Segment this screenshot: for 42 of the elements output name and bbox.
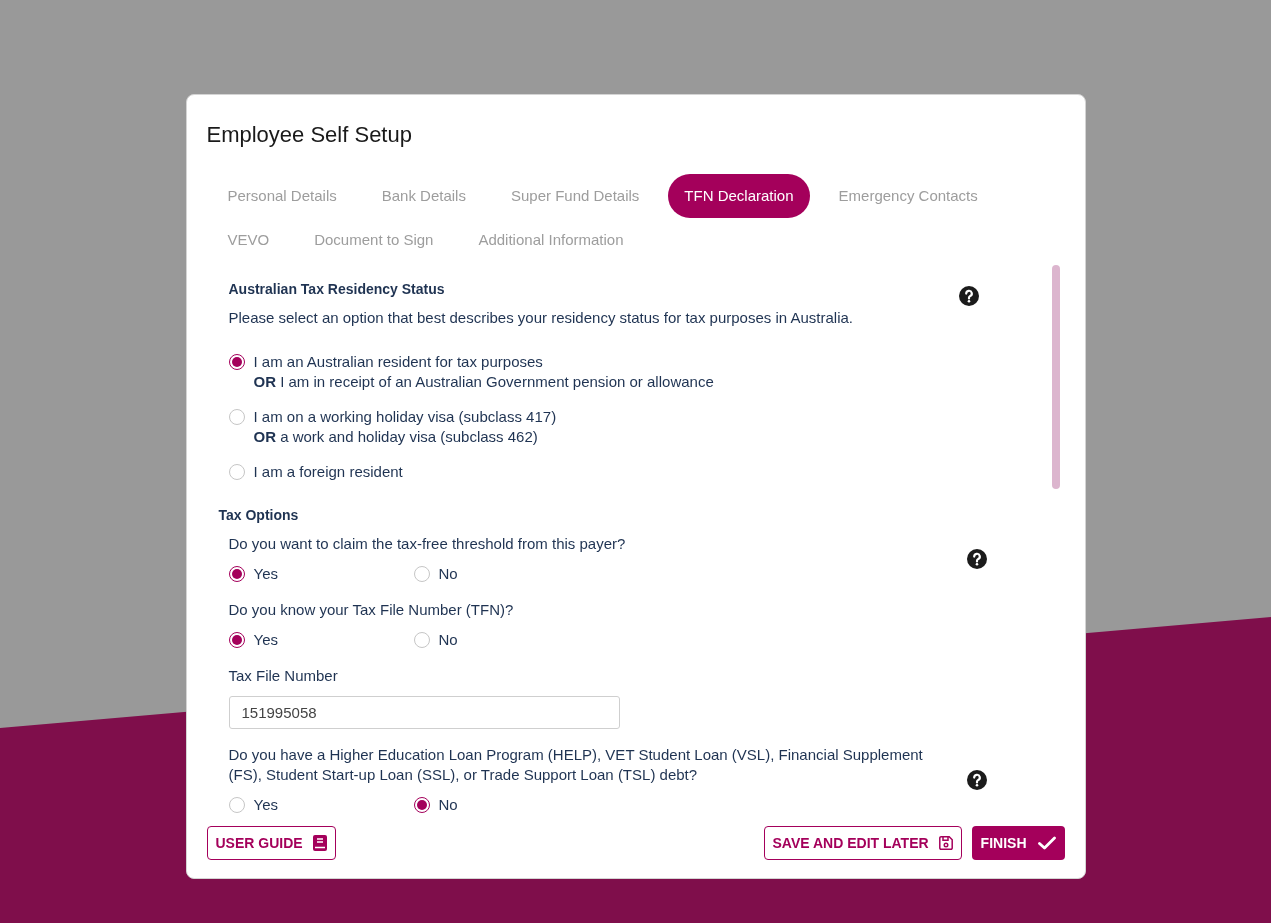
- option-note: OR I am in receipt of an Australian Government pension or allowance: [253, 372, 714, 392]
- help-icon[interactable]: [966, 770, 987, 790]
- question-text: Do you know your Tax File Number (TFN)?: [228, 600, 514, 620]
- radio-button[interactable]: [228, 566, 245, 582]
- option-label: Yes: [253, 564, 278, 584]
- user-guide-button[interactable]: USER GUIDE: [206, 826, 336, 860]
- field-label: Tax File Number: [228, 666, 338, 686]
- question-text: Do you want to claim the tax-free threshold from this payer?: [228, 534, 626, 554]
- tab[interactable]: Super Fund Details: [494, 174, 656, 218]
- option-label: No: [438, 630, 458, 650]
- option-label: Yes: [253, 630, 278, 650]
- help-icon[interactable]: [958, 286, 979, 306]
- save-button[interactable]: SAVE AND EDIT LATER: [763, 826, 962, 860]
- radio-button[interactable]: [228, 354, 245, 370]
- option-label: I am a foreign resident: [253, 462, 403, 482]
- radio-button[interactable]: [413, 797, 430, 813]
- section-heading: Tax Options: [218, 506, 299, 524]
- option-label: Yes: [253, 795, 278, 815]
- option-label: No: [438, 564, 458, 584]
- input-field[interactable]: 151995058: [228, 696, 620, 729]
- tab[interactable]: Additional Information: [462, 218, 640, 262]
- question-text: Do you have a Higher Education Loan Program (HELP), VET Student Loan (VSL), Financial Supplement (FS), Student Start-up Loan (SSL), or Trade Support Loan (TSL) debt?: [228, 745, 924, 785]
- help-icon[interactable]: [966, 549, 987, 569]
- tab[interactable]: Emergency Contacts: [822, 174, 994, 218]
- tab[interactable]: Personal Details: [211, 174, 353, 218]
- book-icon: [312, 835, 327, 851]
- option-note: OR a work and holiday visa (subclass 462): [253, 427, 538, 447]
- save-icon: [938, 836, 953, 850]
- radio-button[interactable]: [228, 632, 245, 648]
- option-label: I am an Australian resident for tax purposes: [253, 352, 543, 372]
- tab[interactable]: Bank Details: [365, 174, 482, 218]
- option-label: I am on a working holiday visa (subclass 417): [253, 407, 557, 427]
- option-label: No: [438, 795, 458, 815]
- section-description: Please select an option that best describes your residency status for tax purposes in Australia.: [228, 308, 853, 328]
- finish-button[interactable]: FINISH: [971, 826, 1065, 860]
- scrollbar[interactable]: [1051, 265, 1060, 489]
- section-heading: Australian Tax Residency Status: [228, 280, 445, 298]
- tab[interactable]: Document to Sign: [298, 218, 450, 262]
- dialog-title: Employee Self Setup: [206, 123, 412, 147]
- tab[interactable]: VEVO: [211, 218, 286, 262]
- tab[interactable]: TFN Declaration: [668, 174, 810, 218]
- check-icon: [1037, 836, 1056, 850]
